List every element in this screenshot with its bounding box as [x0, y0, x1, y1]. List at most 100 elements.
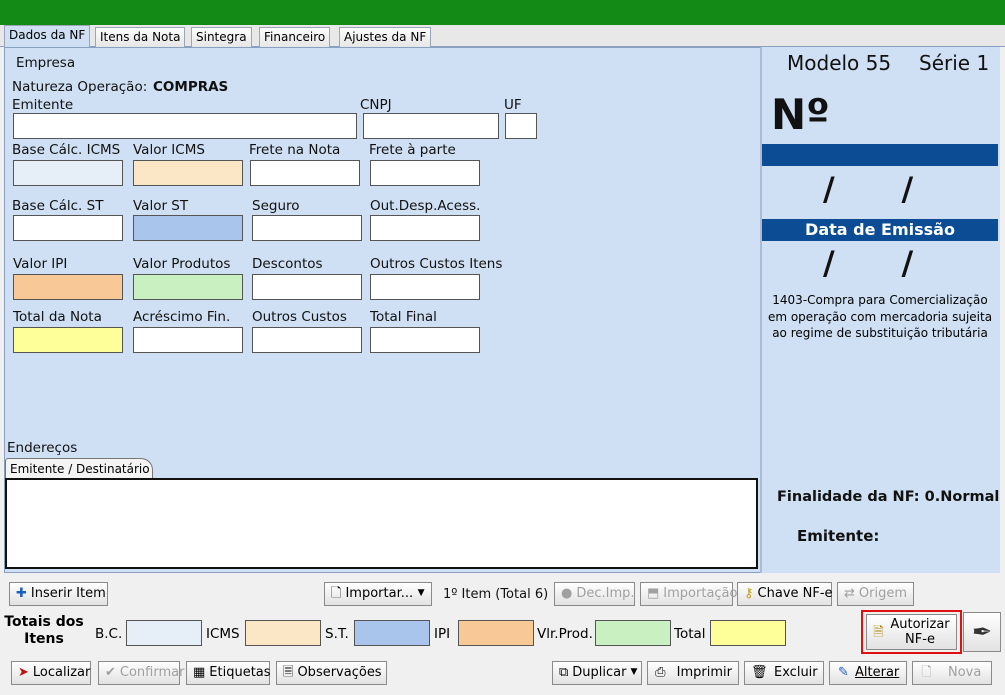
- chevron-down-icon: ▼: [417, 588, 425, 598]
- disc-icon: ●: [561, 586, 573, 601]
- bc-label: B.C.: [95, 626, 123, 642]
- descontos-field[interactable]: [252, 274, 362, 300]
- valor-produtos-label: Valor Produtos: [133, 256, 231, 272]
- ipi-total-field[interactable]: [458, 620, 534, 646]
- autorizar-nfe-label: Autorizar NF-e: [890, 617, 950, 647]
- total-final-field[interactable]: [370, 327, 480, 353]
- endereco-box: [5, 478, 758, 569]
- numero-label: Nº: [771, 90, 830, 139]
- valor-ipi-field[interactable]: [13, 274, 123, 300]
- total-total-field[interactable]: [710, 620, 786, 646]
- enderecos-label: Endereços: [7, 440, 78, 456]
- cfop-description: 1403-Compra para Comercialização em oper…: [767, 293, 993, 340]
- plus-icon: ✚: [16, 586, 27, 601]
- importar-label: Importar...: [345, 586, 414, 601]
- base-st-field[interactable]: [13, 215, 123, 241]
- sign-button[interactable]: ✒: [963, 612, 1001, 652]
- outros-custos-field[interactable]: [252, 327, 362, 353]
- natureza-value: COMPRAS: [153, 79, 229, 95]
- st-label: S.T.: [325, 626, 349, 642]
- confirmar-button[interactable]: ✔ Confirmar: [98, 661, 184, 685]
- tab-dados-da-nf[interactable]: Dados da NF: [4, 25, 91, 48]
- search-arrow-icon: ➤: [18, 665, 29, 680]
- modelo-label: Modelo 55: [787, 51, 892, 75]
- bc-total-field[interactable]: [126, 620, 202, 646]
- out-desp-field[interactable]: [370, 215, 480, 241]
- st-total-field[interactable]: [354, 620, 430, 646]
- pen-icon: ✒: [971, 618, 993, 646]
- emitente-label: Emitente: [12, 97, 74, 113]
- out-desp-label: Out.Desp.Acess.: [370, 198, 481, 214]
- notes-icon: 🗏: [283, 665, 294, 680]
- tab-itens-da-nota[interactable]: Itens da Nota: [95, 27, 186, 47]
- icms-total-field[interactable]: [245, 620, 321, 646]
- chave-nfe-button[interactable]: ⚷ Chave NF-e: [737, 582, 833, 606]
- importacao-button[interactable]: ⬒ Importação: [640, 582, 737, 606]
- valor-icms-field[interactable]: [133, 160, 243, 186]
- importar-button[interactable]: 🗋 Importar... ▼: [324, 582, 432, 606]
- localizar-button[interactable]: ➤ Localizar: [11, 661, 91, 685]
- valor-produtos-field[interactable]: [133, 274, 243, 300]
- dec-imp-button[interactable]: ● Dec.Imp.: [554, 582, 635, 606]
- printer-icon: ⎙: [655, 665, 666, 680]
- natureza-label: Natureza Operação:: [12, 79, 148, 95]
- vlr-prod-label: Vlr.Prod.: [537, 626, 593, 642]
- inserir-item-button[interactable]: ✚ Inserir Item: [9, 582, 108, 606]
- frete-nota-field[interactable]: [250, 160, 360, 186]
- frete-nota-label: Frete na Nota: [249, 142, 341, 158]
- origem-button[interactable]: ⇄ Origem: [837, 582, 914, 606]
- nova-label: Nova: [948, 665, 982, 680]
- imprimir-button[interactable]: ⎙ Imprimir: [647, 661, 739, 685]
- cnpj-label: CNPJ: [360, 97, 392, 113]
- finalidade-label: Finalidade da NF: 0.Normal: [777, 489, 1000, 505]
- vlr-prod-total-field[interactable]: [595, 620, 671, 646]
- key-icon: ⚷: [744, 586, 754, 601]
- uf-field[interactable]: [505, 113, 537, 139]
- etiquetas-button[interactable]: ▦ Etiquetas: [186, 661, 271, 685]
- inserir-item-label: Inserir Item: [30, 586, 106, 601]
- excluir-button[interactable]: 🗑 Excluir: [744, 661, 824, 685]
- base-st-label: Base Cálc. ST: [12, 198, 104, 214]
- seguro-field[interactable]: [252, 215, 362, 241]
- icms-label: ICMS: [206, 626, 240, 642]
- serie-label: Série 1: [919, 51, 990, 75]
- frete-parte-label: Frete à parte: [369, 142, 456, 158]
- emitente-field[interactable]: [13, 113, 357, 139]
- base-icms-label: Base Cálc. ICMS: [12, 142, 121, 158]
- alterar-button[interactable]: ✎ Alterar: [829, 661, 907, 685]
- new-document-icon: 🗋: [921, 665, 932, 680]
- endereco-tab[interactable]: Emitente / Destinatário: [5, 458, 153, 479]
- ipi-label: IPI: [434, 626, 451, 642]
- valor-st-field[interactable]: [133, 215, 243, 241]
- localizar-label: Localizar: [32, 665, 91, 680]
- duplicar-button[interactable]: ⧉ Duplicar ▼: [552, 661, 642, 685]
- importacao-label: Importação: [663, 586, 738, 601]
- confirmar-label: Confirmar: [119, 665, 185, 680]
- outros-custos-itens-field[interactable]: [370, 274, 480, 300]
- calendar-icon: ▦: [193, 665, 206, 680]
- tab-sintegra[interactable]: Sintegra: [191, 27, 252, 47]
- date-slashes-emissao: / /: [823, 244, 914, 282]
- acrescimo-label: Acréscimo Fin.: [133, 309, 231, 325]
- total-nota-field[interactable]: [13, 327, 123, 353]
- outros-custos-itens-label: Outros Custos Itens: [370, 256, 503, 272]
- autorizar-nfe-button[interactable]: 🗎 Autorizar NF-e: [866, 614, 957, 650]
- document-icon: 🗋: [331, 586, 342, 601]
- totais-title: Totais dos Itens: [4, 614, 84, 647]
- acrescimo-field[interactable]: [133, 327, 243, 353]
- excluir-label: Excluir: [774, 665, 818, 680]
- total-label: Total: [674, 626, 706, 642]
- frete-parte-field[interactable]: [370, 160, 480, 186]
- tab-financeiro[interactable]: Financeiro: [259, 27, 331, 47]
- valor-st-label: Valor ST: [133, 198, 189, 214]
- numero-bar: [762, 144, 998, 166]
- duplicar-label: Duplicar: [572, 665, 627, 680]
- valor-icms-label: Valor ICMS: [133, 142, 205, 158]
- observacoes-label: Observações: [297, 665, 382, 680]
- item-count: 1º Item (Total 6): [443, 587, 549, 602]
- tab-ajustes-da-nf[interactable]: Ajustes da NF: [339, 27, 432, 47]
- observacoes-button[interactable]: 🗏 Observações: [276, 661, 387, 685]
- cnpj-field[interactable]: [363, 113, 499, 139]
- nova-button[interactable]: 🗋 Nova: [912, 661, 992, 685]
- base-icms-field[interactable]: [13, 160, 123, 186]
